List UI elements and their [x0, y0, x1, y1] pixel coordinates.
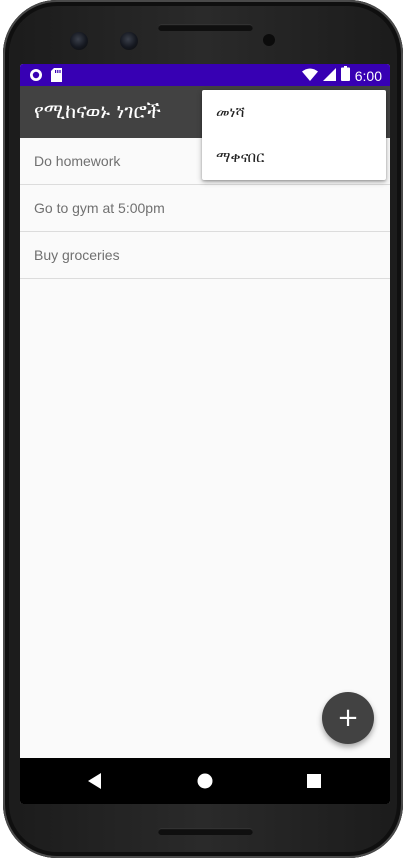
overflow-menu: መነሻ ማቀናበር — [202, 90, 386, 180]
status-bar: 6:00 — [20, 64, 390, 86]
todo-item-text: Go to gym at 5:00pm — [34, 200, 165, 216]
top-speaker — [158, 24, 253, 31]
front-camera-icon — [120, 32, 138, 50]
notification-circle-icon — [29, 67, 43, 86]
app-screen: 6:00 የሚከናወኑ ነገሮች Do homework Go to gym a… — [20, 64, 390, 804]
todo-item[interactable]: Buy groceries — [20, 232, 390, 279]
todo-item-text: Buy groceries — [34, 247, 120, 263]
back-icon — [88, 773, 101, 789]
home-icon — [197, 773, 213, 789]
recents-button[interactable] — [300, 767, 328, 795]
bottom-speaker — [158, 828, 253, 835]
recents-icon — [307, 774, 321, 788]
sd-card-icon — [51, 67, 62, 86]
battery-icon — [340, 66, 350, 85]
todo-item-text: Do homework — [34, 153, 121, 169]
plus-icon: + — [337, 703, 359, 733]
menu-item-home[interactable]: መነሻ — [202, 90, 386, 135]
add-todo-button[interactable]: + — [322, 692, 374, 744]
todo-item[interactable]: Go to gym at 5:00pm — [20, 185, 390, 232]
wifi-icon — [301, 66, 318, 85]
cellular-signal-icon — [322, 66, 336, 85]
home-button[interactable] — [191, 767, 219, 795]
menu-item-settings[interactable]: ማቀናበር — [202, 135, 386, 180]
back-button[interactable] — [81, 767, 109, 795]
front-camera-icon — [70, 32, 88, 50]
menu-item-label: መነሻ — [216, 103, 245, 121]
navigation-bar — [20, 758, 390, 804]
proximity-sensor — [263, 34, 275, 46]
status-time: 6:00 — [354, 67, 382, 84]
menu-item-label: ማቀናበር — [216, 148, 265, 166]
app-title: የሚከናወኑ ነገሮች — [34, 99, 161, 123]
